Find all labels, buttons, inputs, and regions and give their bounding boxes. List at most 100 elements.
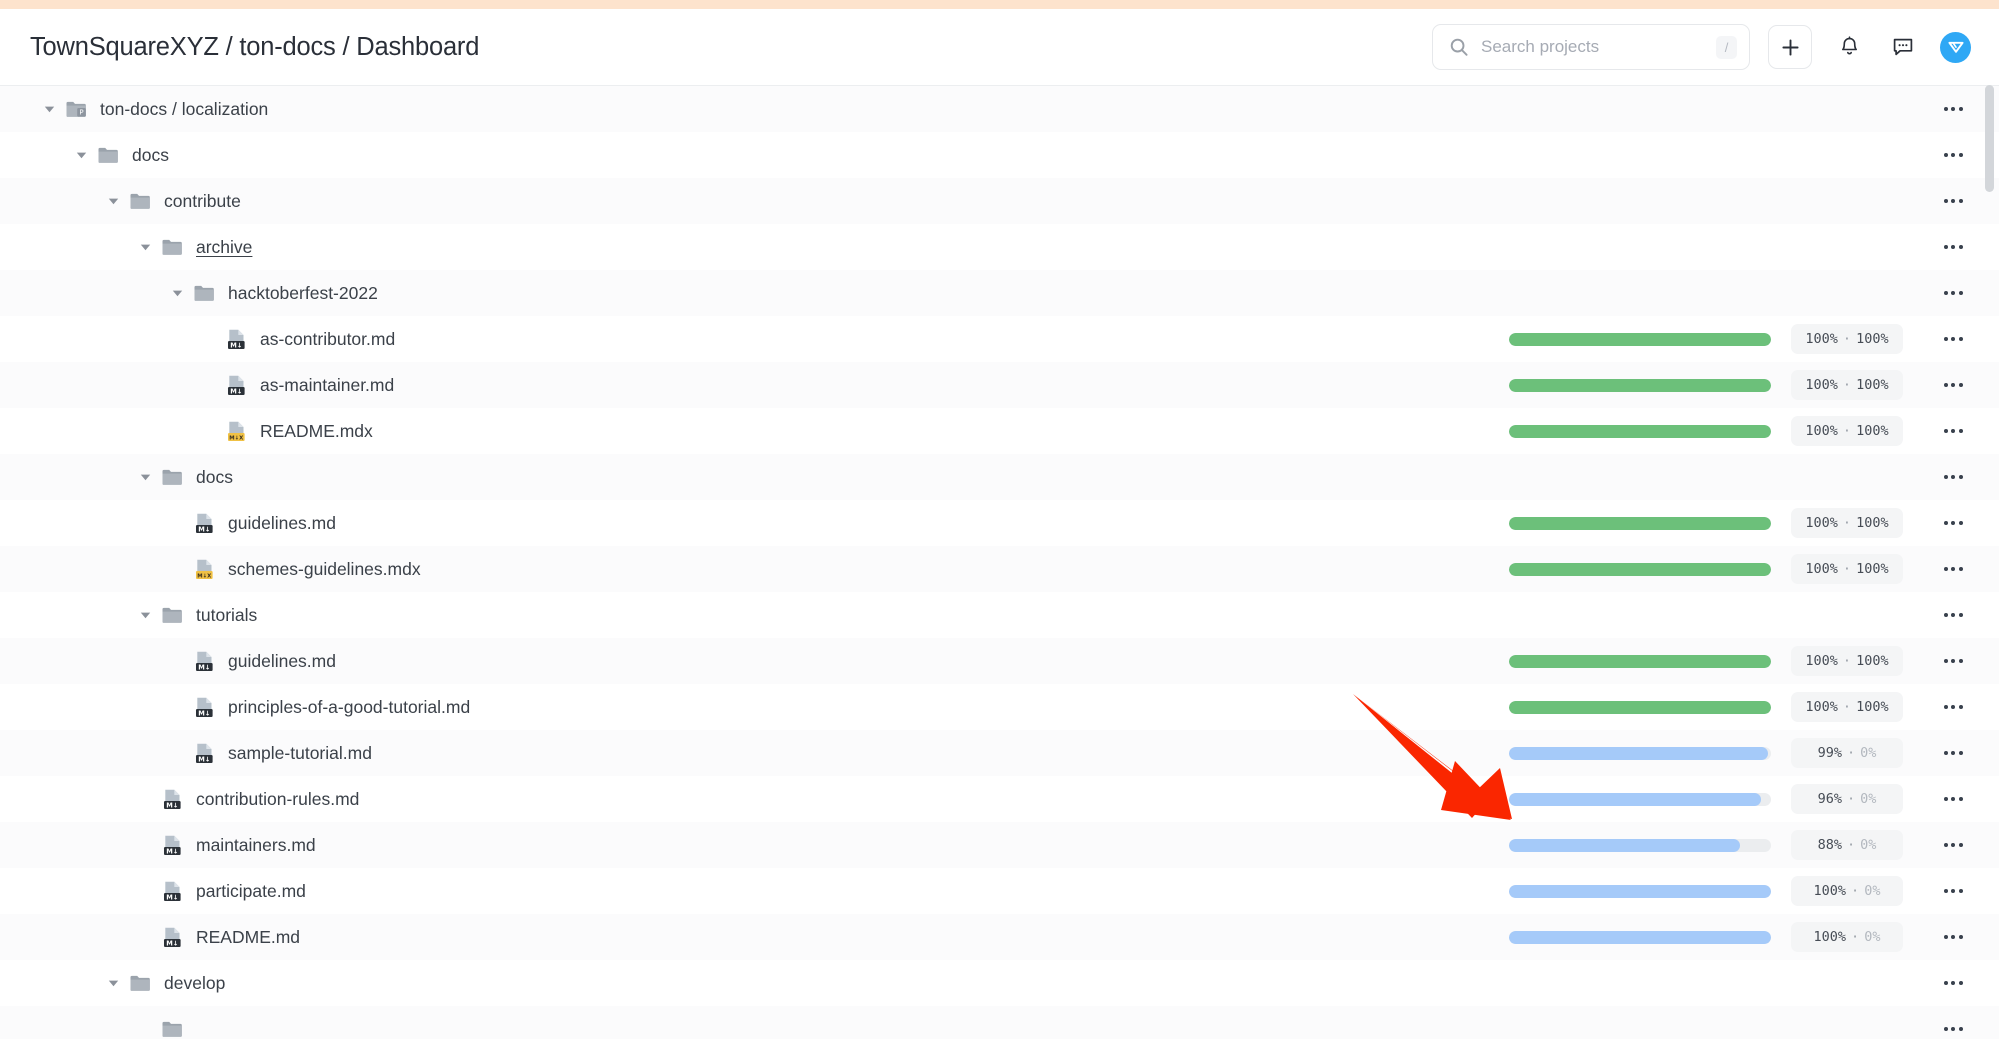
markdown-file-icon: M↓: [224, 327, 248, 351]
progress-percent-badge: 99% · 0%: [1791, 738, 1903, 768]
row-menu-button[interactable]: [1935, 600, 1971, 630]
row-menu-button[interactable]: [1935, 554, 1971, 584]
translation-progress-bar: [1509, 700, 1771, 714]
tree-row-file[interactable]: M↓ contribution-rules.md 96% · 0%: [0, 776, 1999, 822]
row-menu-button[interactable]: [1935, 416, 1971, 446]
tree-row-folder[interactable]: hacktoberfest-2022: [0, 270, 1999, 316]
tree-row-file[interactable]: M↓ README.md 100% · 0%: [0, 914, 1999, 960]
scrollbar-thumb[interactable]: [1985, 85, 1994, 192]
progress-column: [1509, 378, 1771, 392]
percent-secondary: 0%: [1864, 883, 1881, 899]
notifications-button[interactable]: [1828, 26, 1870, 68]
node-label: contribution-rules.md: [196, 788, 360, 809]
chevron-down-icon[interactable]: [136, 468, 154, 486]
row-name: M↓ principles-of-a-good-tutorial.md: [28, 695, 1509, 719]
node-label: ton-docs / localization: [100, 98, 269, 119]
chevron-down-icon[interactable]: [136, 238, 154, 256]
tree-row-file[interactable]: M↓ as-maintainer.md 100% · 100%: [0, 362, 1999, 408]
tree-row-file[interactable]: M↓ guidelines.md 100% · 100%: [0, 500, 1999, 546]
row-name: M↓X README.mdx: [28, 419, 1509, 443]
node-label: contribute: [164, 190, 241, 211]
markdown-file-icon: M↓: [160, 833, 184, 857]
ellipsis-icon: [1943, 337, 1963, 341]
node-label: guidelines.md: [228, 650, 336, 671]
row-menu-button[interactable]: [1935, 876, 1971, 906]
row-menu-button[interactable]: [1935, 508, 1971, 538]
percent-primary: 100%: [1813, 883, 1847, 899]
search-input[interactable]: Search projects /: [1432, 24, 1750, 70]
vertical-scrollbar[interactable]: [1985, 85, 1994, 1039]
percent-separator: ·: [1842, 699, 1852, 715]
add-project-button[interactable]: [1768, 25, 1812, 69]
percent-separator: ·: [1851, 883, 1860, 899]
tree-row-file[interactable]: M↓ sample-tutorial.md 99% · 0%: [0, 730, 1999, 776]
progress-column: [1509, 654, 1771, 668]
row-menu-button[interactable]: [1935, 922, 1971, 952]
tree-row-file[interactable]: M↓X README.mdx 100% · 100%: [0, 408, 1999, 454]
tree-row-file[interactable]: M↓ participate.md 100% · 0%: [0, 868, 1999, 914]
row-menu-button[interactable]: [1935, 94, 1971, 124]
percent-primary: 100%: [1805, 331, 1838, 347]
avatar[interactable]: [1940, 31, 1971, 63]
row-menu-button[interactable]: [1935, 968, 1971, 998]
node-label: hacktoberfest-2022: [228, 282, 378, 303]
row-name: M↓ sample-tutorial.md: [28, 741, 1509, 765]
row-menu-button[interactable]: [1935, 186, 1971, 216]
percent-secondary: 0%: [1860, 837, 1877, 853]
tree-row-folder[interactable]: archive: [0, 224, 1999, 270]
row-menu-button[interactable]: [1935, 1014, 1971, 1039]
tree-row-folder[interactable]: tutorials: [0, 592, 1999, 638]
translation-progress-fill: [1509, 792, 1761, 806]
progress-column: [1509, 332, 1771, 346]
folder-icon: [160, 1017, 184, 1039]
tree-row-folder[interactable]: docs: [0, 132, 1999, 178]
ellipsis-icon: [1943, 843, 1963, 847]
chevron-down-icon[interactable]: [104, 974, 122, 992]
svg-text:M↓: M↓: [166, 893, 178, 901]
chevron-down-icon[interactable]: [40, 100, 58, 118]
row-menu-button[interactable]: [1935, 324, 1971, 354]
markdown-file-icon: M↓: [192, 695, 216, 719]
row-menu-button[interactable]: [1935, 278, 1971, 308]
tree-row-folder[interactable]: develop: [0, 960, 1999, 1006]
node-label: tutorials: [196, 604, 258, 625]
row-menu-button[interactable]: [1935, 232, 1971, 262]
progress-column: [1509, 884, 1771, 898]
row-menu-button[interactable]: [1935, 784, 1971, 814]
progress-percent-badge: 100% · 100%: [1791, 416, 1903, 446]
row-menu-button[interactable]: [1935, 370, 1971, 400]
tree-row-file[interactable]: M↓ guidelines.md 100% · 100%: [0, 638, 1999, 684]
tree-row-file[interactable]: M↓X schemes-guidelines.mdx 100% · 100%: [0, 546, 1999, 592]
percent-secondary: 100%: [1856, 423, 1889, 439]
tree-row-file[interactable]: M↓ as-contributor.md 100% · 100%: [0, 316, 1999, 362]
chevron-down-icon[interactable]: [136, 606, 154, 624]
percent-secondary: 100%: [1856, 561, 1889, 577]
folder-icon: [160, 465, 184, 489]
messages-button[interactable]: [1882, 26, 1924, 68]
row-menu-button[interactable]: [1935, 462, 1971, 492]
row-name: docs: [28, 465, 1509, 489]
row-menu-button[interactable]: [1935, 830, 1971, 860]
progress-percent-badge: 100% · 100%: [1791, 370, 1903, 400]
tree-row-file[interactable]: M↓ maintainers.md 88% · 0%: [0, 822, 1999, 868]
row-menu-button[interactable]: [1935, 692, 1971, 722]
search-placeholder: Search projects: [1481, 37, 1600, 56]
chevron-down-icon[interactable]: [72, 146, 90, 164]
row-menu-button[interactable]: [1935, 646, 1971, 676]
tree-row-folder[interactable]: [0, 1006, 1999, 1039]
ellipsis-icon: [1943, 383, 1963, 387]
chevron-down-icon[interactable]: [104, 192, 122, 210]
tree-row-folder[interactable]: docs: [0, 454, 1999, 500]
progress-percent-placeholder: [1791, 232, 1903, 262]
tree-row-folder[interactable]: contribute: [0, 178, 1999, 224]
progress-percent-placeholder: [1791, 94, 1903, 124]
progress-percent-badge: 88% · 0%: [1791, 830, 1903, 860]
row-menu-button[interactable]: [1935, 738, 1971, 768]
svg-text:M↓: M↓: [166, 847, 178, 855]
translation-progress-bar: [1509, 884, 1771, 898]
progress-percent-badge: 100% · 0%: [1791, 876, 1903, 906]
tree-row-folder[interactable]: Pton-docs / localization: [0, 86, 1999, 132]
tree-row-file[interactable]: M↓ principles-of-a-good-tutorial.md 100% · 1…: [0, 684, 1999, 730]
row-menu-button[interactable]: [1935, 140, 1971, 170]
chevron-down-icon[interactable]: [168, 284, 186, 302]
